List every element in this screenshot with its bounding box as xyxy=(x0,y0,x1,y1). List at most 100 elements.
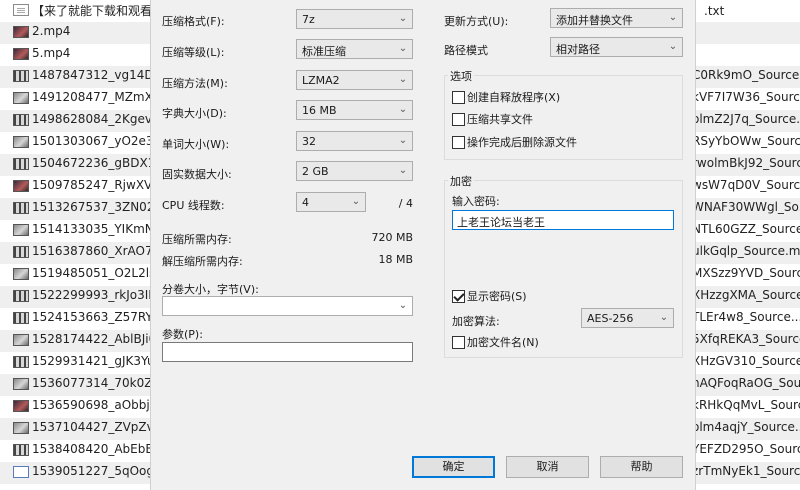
file-name-tail: MXSzz9YVD_Sourc... xyxy=(692,266,800,280)
file-name-tail: 】.txt xyxy=(692,4,725,18)
image-icon xyxy=(13,356,29,368)
file-name-tail: NTL60GZZ_Source... xyxy=(692,222,800,236)
update-select[interactable]: 添加并替换文件 ⌄ xyxy=(550,8,683,28)
checkbox-box[interactable] xyxy=(452,289,465,303)
show-password-label: 显示密码(S) xyxy=(467,290,527,303)
file-name: 1529931421_gJK3YuW xyxy=(32,354,167,368)
file-name-tail: olmZ2J7q_Source... xyxy=(692,112,800,126)
cancel-button[interactable]: 取消 xyxy=(506,456,589,478)
file-name-tail: WNAF30WWgl_So... xyxy=(692,200,800,214)
chevron-down-icon: ⌄ xyxy=(398,43,408,54)
file-name-tail: wsW7qD0V_Source... xyxy=(692,178,800,192)
add-to-archive-dialog: 压缩格式(F): 7z ⌄ 压缩等级(L): 标准压缩 ⌄ 压缩方法(M): L… xyxy=(150,0,696,490)
path-label: 路径模式 xyxy=(444,44,488,57)
image-icon xyxy=(13,334,29,346)
cpu-total: / 4 xyxy=(398,197,413,210)
cpu-select[interactable]: 4 ⌄ xyxy=(296,192,366,212)
file-name-tail: zrTmNyEk1_Source... xyxy=(692,464,800,478)
dict-select[interactable]: 16 MB ⌄ xyxy=(296,100,413,120)
update-label: 更新方式(U): xyxy=(444,15,509,28)
level-select[interactable]: 标准压缩 ⌄ xyxy=(296,39,413,59)
level-value: 标准压缩 xyxy=(302,45,346,58)
file-name-tail: TLEr4w8_Source... xyxy=(692,310,800,324)
checkbox-box[interactable] xyxy=(452,90,465,104)
image-icon xyxy=(13,268,29,280)
format-select[interactable]: 7z ⌄ xyxy=(296,9,413,29)
video-icon xyxy=(13,26,29,38)
file-name-tail: kRHkQqMvL_Sourc... xyxy=(692,398,800,412)
enc-method-value: AES-256 xyxy=(587,312,634,325)
word-value: 32 xyxy=(302,135,316,148)
enc-method-select[interactable]: AES-256 ⌄ xyxy=(581,308,674,328)
params-input[interactable] xyxy=(162,342,413,362)
shared-checkbox[interactable]: 压缩共享文件 xyxy=(452,111,533,127)
chevron-down-icon: ⌄ xyxy=(398,104,408,115)
dict-label: 字典大小(D): xyxy=(162,107,227,120)
mem-comp-value: 720 MB xyxy=(371,231,413,244)
image-icon xyxy=(13,114,29,126)
password-label: 输入密码: xyxy=(452,195,500,208)
chevron-down-icon: ⌄ xyxy=(398,300,408,311)
dict-value: 16 MB xyxy=(302,104,337,117)
format-label: 压缩格式(F): xyxy=(162,15,225,28)
cpu-value: 4 xyxy=(302,196,309,209)
file-name-tail: rwolmBkJ92_Sourc... xyxy=(692,156,800,170)
chevron-down-icon: ⌄ xyxy=(668,41,678,52)
file-name-tail: ulkGqlp_Source.m... xyxy=(692,244,800,258)
cpu-label: CPU 线程数: xyxy=(162,199,225,212)
method-value: LZMA2 xyxy=(302,74,340,87)
chevron-down-icon: ⌄ xyxy=(351,196,361,207)
solid-select[interactable]: 2 GB ⌄ xyxy=(296,161,413,181)
ok-button[interactable]: 确定 xyxy=(412,456,495,478)
file-name: 1536590698_aObbjSQ xyxy=(32,398,167,412)
format-value: 7z xyxy=(302,13,315,26)
enc-method-label: 加密算法: xyxy=(452,315,500,328)
image-icon xyxy=(13,312,29,324)
video-icon xyxy=(13,48,29,60)
image-icon xyxy=(13,290,29,302)
split-select[interactable]: ⌄ xyxy=(162,296,413,316)
chevron-down-icon: ⌄ xyxy=(668,12,678,23)
encrypt-names-label: 加密文件名(N) xyxy=(467,336,539,349)
solid-label: 固实数据大小: xyxy=(162,168,232,181)
sfx-checkbox[interactable]: 创建自释放程序(X) xyxy=(452,89,560,105)
file-name-tail: XHzzgXMA_Source... xyxy=(692,288,800,302)
file-name: 【来了就能下载和观看的i xyxy=(32,4,168,18)
file-name-tail: 5XfqREKA3_Source... xyxy=(692,332,800,346)
mem-decomp-value: 18 MB xyxy=(378,253,413,266)
checkbox-box[interactable] xyxy=(452,135,465,149)
encrypt-names-checkbox[interactable]: 加密文件名(N) xyxy=(452,334,539,350)
encryption-title: 加密 xyxy=(448,173,474,189)
doc-icon xyxy=(13,4,29,16)
options-title: 选项 xyxy=(448,68,474,84)
chevron-down-icon: ⌄ xyxy=(398,135,408,146)
show-password-checkbox[interactable]: 显示密码(S) xyxy=(452,288,527,304)
method-select[interactable]: LZMA2 ⌄ xyxy=(296,70,413,90)
path-select[interactable]: 相对路径 ⌄ xyxy=(550,37,683,57)
file-name-tail: RSyYbOWw_Sourc... xyxy=(692,134,800,148)
image-icon xyxy=(13,180,29,192)
chevron-down-icon: ⌄ xyxy=(398,13,408,24)
chevron-down-icon: ⌄ xyxy=(398,74,408,85)
help-button[interactable]: 帮助 xyxy=(600,456,683,478)
password-input[interactable]: 上老王论坛当老王 xyxy=(452,210,674,230)
word-select[interactable]: 32 ⌄ xyxy=(296,131,413,151)
file-name: 1539051227_5qOogup xyxy=(32,464,170,478)
image-icon xyxy=(13,136,29,148)
level-label: 压缩等级(L): xyxy=(162,46,225,59)
checkbox-box[interactable] xyxy=(452,112,465,126)
delete-source-checkbox[interactable]: 操作完成后删除源文件 xyxy=(452,134,577,150)
mem-comp-label: 压缩所需内存: xyxy=(162,233,232,246)
file-name-tail: nAQFoqRaOG_Sou... xyxy=(692,376,800,390)
image-icon xyxy=(13,224,29,236)
shared-label: 压缩共享文件 xyxy=(467,113,533,126)
path-value: 相对路径 xyxy=(556,43,600,56)
file-name-tail: C0Rk9mO_Source... xyxy=(692,68,800,82)
chevron-down-icon: ⌄ xyxy=(659,312,669,323)
file-name: 2.mp4 xyxy=(32,24,71,38)
file-name-tail: olm4aqjY_Source... xyxy=(692,420,800,434)
password-value: 上老王论坛当老王 xyxy=(457,216,545,229)
solid-value: 2 GB xyxy=(302,165,329,178)
word-label: 单词大小(W): xyxy=(162,138,230,151)
checkbox-box[interactable] xyxy=(452,335,465,349)
